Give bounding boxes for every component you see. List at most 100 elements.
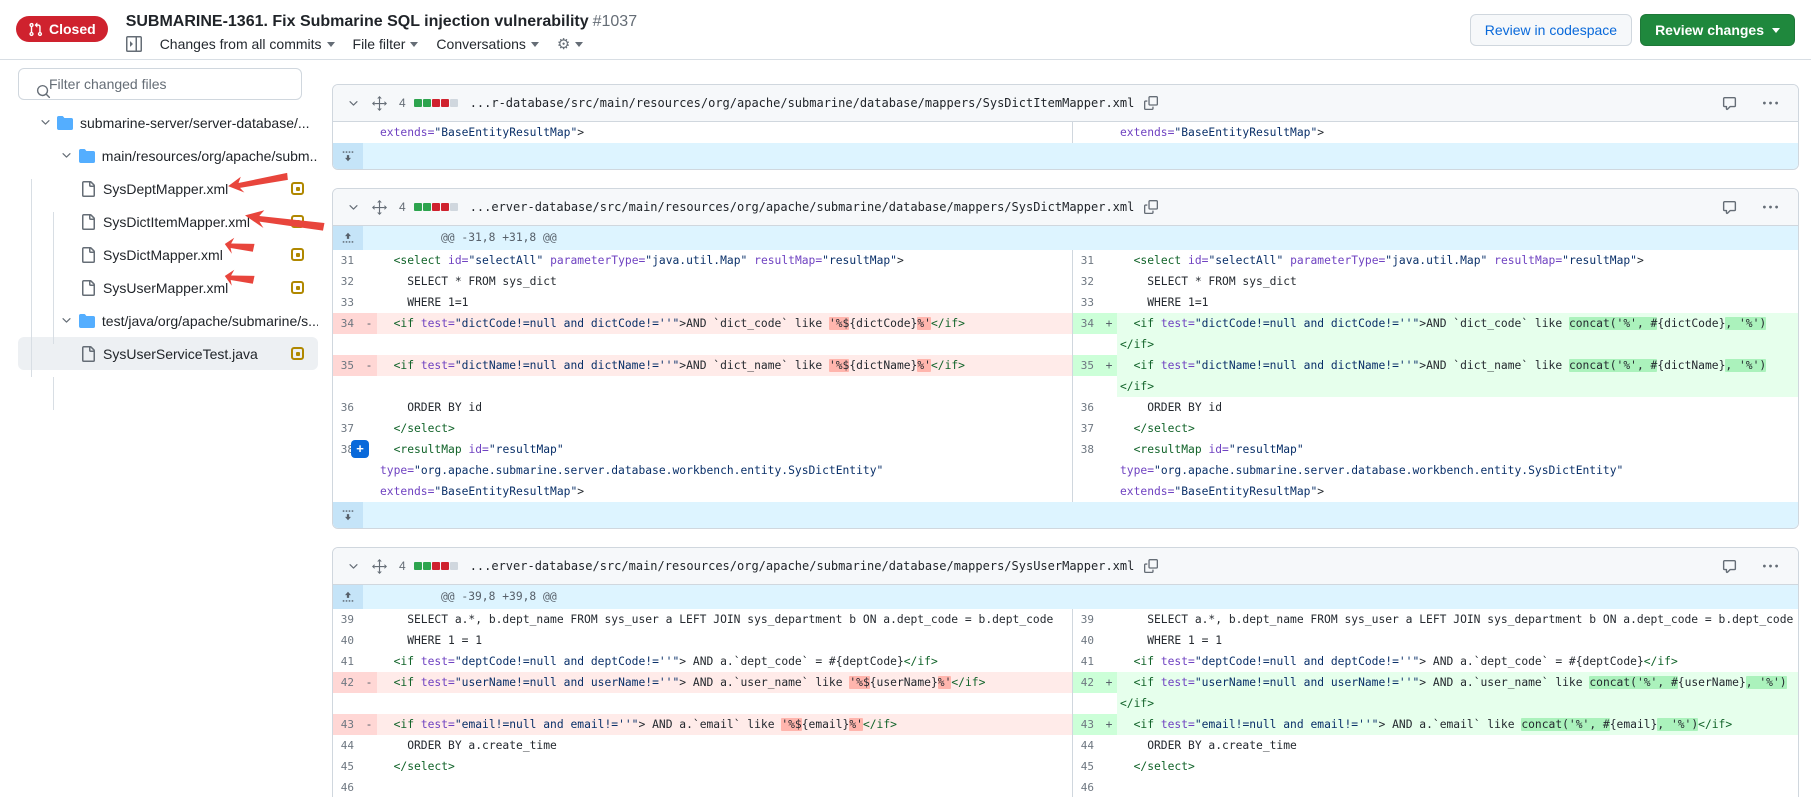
diff-stat-block-add: [414, 203, 422, 211]
diff-marker: [1101, 122, 1117, 143]
kebab-menu-button[interactable]: [1761, 557, 1780, 576]
copy-path-button[interactable]: [1142, 198, 1160, 216]
drag-handle[interactable]: [370, 94, 389, 113]
code-segment: </if>: [863, 718, 897, 731]
new-line-number: 44: [1073, 735, 1101, 756]
diff-marker: [1101, 651, 1117, 672]
code-line: ORDER BY a.create_time: [380, 735, 1072, 756]
changes-from-menu[interactable]: Changes from all commits: [160, 36, 335, 52]
diff-marker: +: [1101, 313, 1117, 334]
code-content: SELECT a.*, b.dept_name FROM sys_user a …: [1117, 609, 1798, 630]
code-segment: > AND a.`user_name` like: [1419, 676, 1589, 689]
sidebar-item-test-java-org-apache-submarine-s[interactable]: test/java/org/apache/submarine/s...: [18, 304, 318, 337]
code-segment: [1120, 422, 1134, 435]
line-number: 34: [333, 313, 361, 334]
kebab-menu-button[interactable]: [1761, 94, 1780, 113]
chevron-down-icon[interactable]: [60, 149, 74, 162]
conversations-menu[interactable]: Conversations: [436, 36, 539, 52]
code-segment: [380, 317, 394, 330]
collapse-file-button[interactable]: [345, 95, 362, 112]
old-line-number: 37: [333, 418, 361, 439]
kebab-menu-button[interactable]: [1761, 198, 1780, 217]
file-filter-input[interactable]: [18, 68, 302, 100]
code-segment: [1120, 718, 1134, 731]
new-line-number: 40: [1073, 630, 1101, 651]
sidebar-item-submarine-server-server-database[interactable]: submarine-server/server-database/...: [18, 106, 318, 139]
code-segment: '%$: [829, 359, 849, 372]
code-segment: >AND `dict_name` like: [679, 359, 829, 372]
expand-up-button[interactable]: [333, 585, 363, 609]
diff-row: 36 ORDER BY id36 ORDER BY id: [333, 397, 1798, 418]
collapse-file-button[interactable]: [345, 199, 362, 216]
expand-up-button[interactable]: [333, 226, 363, 250]
drag-handle[interactable]: [370, 198, 389, 217]
expand-down-button[interactable]: [333, 502, 363, 528]
file-filter-menu[interactable]: File filter: [353, 36, 419, 52]
diff-settings-menu[interactable]: ⚙: [557, 37, 583, 52]
file-status-modified-icon: [291, 182, 304, 195]
new-diff-marker: [1101, 271, 1117, 292]
old-code-cell: [377, 777, 1072, 797]
comment-button[interactable]: [1720, 557, 1739, 576]
new-code-cell: </select>: [1117, 418, 1798, 439]
code-segment: WHERE 1=1: [380, 296, 468, 309]
pr-status-badge: Closed: [16, 16, 108, 42]
old-line-number: 46: [333, 777, 361, 797]
line-number: 40: [1073, 630, 1101, 651]
code-segment: <resultMap: [394, 443, 469, 456]
file-tree-toggle-button[interactable]: [126, 36, 142, 52]
old-diff-marker: -: [361, 313, 377, 355]
new-line-number: 31: [1073, 250, 1101, 271]
code-segment: id=: [1208, 443, 1228, 456]
expand-row: [333, 143, 1798, 169]
collapse-file-button[interactable]: [345, 558, 362, 575]
code-segment: extends=: [1120, 485, 1174, 498]
sidebar-toggle-icon: [126, 36, 142, 52]
code-line: WHERE 1=1: [1120, 292, 1798, 313]
comment-button[interactable]: [1720, 94, 1739, 113]
code-content: <if test="userName!=null and userName!='…: [377, 672, 1072, 693]
sidebar-item-sysuserservicetest-java[interactable]: SysUserServiceTest.java: [18, 337, 318, 370]
review-changes-button[interactable]: Review changes: [1640, 14, 1795, 46]
chevron-down-icon[interactable]: [60, 314, 74, 327]
review-in-codespace-button[interactable]: Review in codespace: [1470, 14, 1632, 46]
line-number: 32: [333, 271, 361, 292]
sidebar-item-sysdeptmapper-xml[interactable]: SysDeptMapper.xml: [18, 172, 318, 205]
copy-path-button[interactable]: [1142, 94, 1160, 112]
diff-file-header: 4...erver-database/src/main/resources/or…: [333, 189, 1798, 226]
new-diff-marker: [1101, 418, 1117, 439]
code-content: <if test="email!=null and email!=''"> AN…: [1117, 714, 1798, 735]
sidebar-item-sysdictitemmapper-xml[interactable]: SysDictItemMapper.xml: [18, 205, 318, 238]
code-content: [377, 777, 1072, 797]
diff-file-header: 4...r-database/src/main/resources/org/ap…: [333, 85, 1798, 122]
code-segment: extends=: [380, 485, 434, 498]
code-content: [1117, 777, 1798, 797]
pr-title-block: SUBMARINE-1361. Fix Submarine SQL inject…: [126, 0, 637, 52]
sidebar-item-main-resources-org-apache-subm[interactable]: main/resources/org/apache/subm...: [18, 139, 318, 172]
old-side: 32 SELECT * FROM sys_dict: [333, 271, 1072, 292]
file-icon: [80, 346, 96, 362]
expand-down-button[interactable]: [333, 143, 363, 169]
copy-path-button[interactable]: [1142, 557, 1160, 575]
add-comment-button[interactable]: +: [351, 440, 369, 458]
line-number: 42: [333, 672, 361, 693]
old-diff-marker: [361, 630, 377, 651]
line-number: 33: [1073, 292, 1101, 313]
diff-stat-block-del: [441, 99, 449, 107]
code-line: <if test="userName!=null and userName!='…: [380, 672, 1072, 693]
code-segment: [1120, 655, 1134, 668]
new-side: 33 WHERE 1=1: [1072, 292, 1798, 313]
sidebar-item-sysdictmapper-xml[interactable]: SysDictMapper.xml: [18, 238, 318, 271]
code-content: <if test="dictCode!=null and dictCode!='…: [377, 313, 1072, 334]
code-segment: ORDER BY id: [380, 401, 482, 414]
sidebar-item-sysusermapper-xml[interactable]: SysUserMapper.xml: [18, 271, 318, 304]
old-line-number: 43: [333, 714, 361, 735]
drag-handle[interactable]: [370, 557, 389, 576]
chevron-down-icon[interactable]: [38, 116, 52, 129]
comment-button[interactable]: [1720, 198, 1739, 217]
code-content: <if test="deptCode!=null and deptCode!='…: [1117, 651, 1798, 672]
diff-stat-block-del: [441, 562, 449, 570]
new-side: 40 WHERE 1 = 1: [1072, 630, 1798, 651]
code-segment: >: [577, 485, 584, 498]
diff-row: 38+ <resultMap id="resultMap"type="org.a…: [333, 439, 1798, 502]
